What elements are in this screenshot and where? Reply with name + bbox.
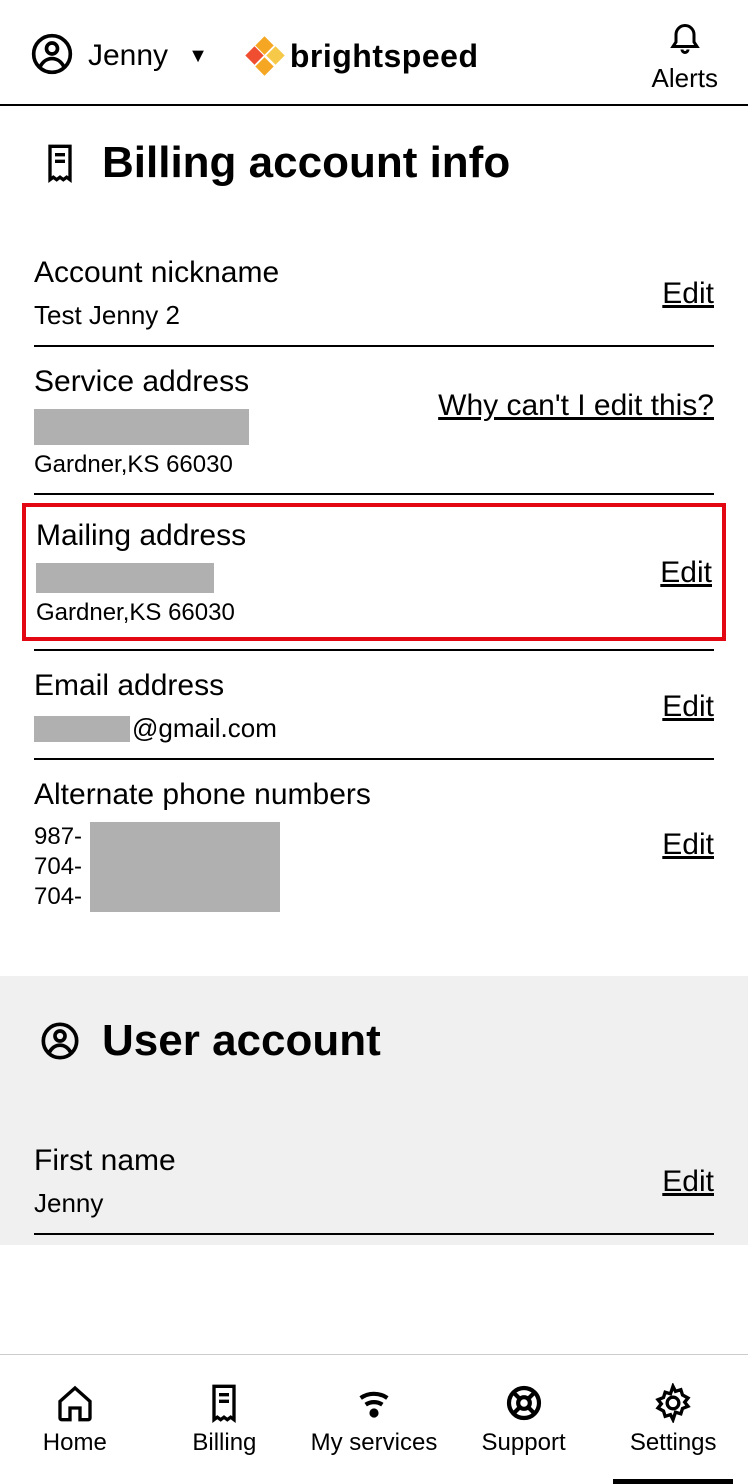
nav-home-label: Home [43,1429,107,1457]
nickname-edit-link[interactable]: Edit [662,277,714,311]
support-icon [504,1383,544,1423]
brand-name: brightspeed [290,38,479,75]
chevron-down-icon: ▼ [188,45,208,68]
nav-support-label: Support [482,1429,566,1457]
service-address-row: Service address Gardner,KS 66030 Why can… [34,347,714,495]
billing-title: Billing account info [102,138,510,188]
mailing-address-city: Gardner,KS 66030 [36,599,660,627]
mailing-address-row: Mailing address Gardner,KS 66030 Edit [36,519,712,627]
mailing-address-redacted [36,563,214,593]
home-icon [55,1383,95,1423]
mailing-address-label: Mailing address [36,519,660,553]
alerts-label: Alerts [652,63,718,94]
first-name-value: Jenny [34,1188,662,1219]
billing-section-header: Billing account info [0,106,748,208]
service-address-why-link[interactable]: Why can't I edit this? [438,389,714,423]
phones-label: Alternate phone numbers [34,778,662,812]
alerts-button[interactable]: Alerts [652,18,718,94]
nickname-row: Account nickname Test Jenny 2 Edit [34,238,714,347]
phone-prefix-1: 987- [34,822,82,852]
user-avatar-icon [30,32,74,81]
nav-settings-label: Settings [630,1429,717,1457]
billing-icon [204,1383,244,1423]
content-area: Billing account info Account nickname Te… [0,106,748,1354]
user-account-header: User account [0,976,748,1086]
nav-home[interactable]: Home [0,1355,150,1484]
first-name-row: First name Jenny Edit [34,1126,714,1235]
nav-services-label: My services [311,1429,438,1457]
nickname-label: Account nickname [34,256,662,290]
bottom-nav: Home Billing My services Support Setting… [0,1354,748,1484]
brand-mark-icon [248,39,282,73]
user-account-title: User account [102,1016,381,1066]
first-name-label: First name [34,1144,662,1178]
phones-row: Alternate phone numbers 987- 704- 704- E… [34,760,714,926]
user-name-label: Jenny [88,39,168,73]
nav-billing[interactable]: Billing [150,1355,300,1484]
email-edit-link[interactable]: Edit [662,690,714,724]
top-bar: Jenny ▼ brightspeed Alerts [0,0,748,106]
phone-prefix-2: 704- [34,852,82,882]
phones-edit-link[interactable]: Edit [662,828,714,862]
first-name-edit-link[interactable]: Edit [662,1165,714,1199]
email-label: Email address [34,669,662,703]
bell-icon [667,18,703,54]
nickname-value: Test Jenny 2 [34,300,662,331]
user-menu[interactable]: Jenny ▼ [30,32,208,81]
nav-billing-label: Billing [192,1429,256,1457]
nav-support[interactable]: Support [449,1355,599,1484]
email-row: Email address @gmail.com Edit [34,651,714,760]
service-address-redacted [34,409,249,445]
email-suffix: @gmail.com [132,713,277,744]
nav-settings[interactable]: Settings [598,1355,748,1484]
brand-logo[interactable]: brightspeed [248,38,479,75]
phone-prefix-3: 704- [34,882,82,912]
nav-services[interactable]: My services [299,1355,449,1484]
user-icon [40,1021,80,1061]
phones-redacted [90,822,280,912]
user-account-section: User account First name Jenny Edit [0,976,748,1245]
mailing-edit-link[interactable]: Edit [660,556,712,590]
wifi-icon [354,1383,394,1423]
email-redacted [34,716,130,742]
mailing-address-highlight: Mailing address Gardner,KS 66030 Edit [22,503,726,641]
service-address-city: Gardner,KS 66030 [34,451,438,479]
receipt-icon [40,143,80,183]
phone-prefixes: 987- 704- 704- [34,822,82,912]
service-address-label: Service address [34,365,438,399]
gear-icon [653,1383,693,1423]
